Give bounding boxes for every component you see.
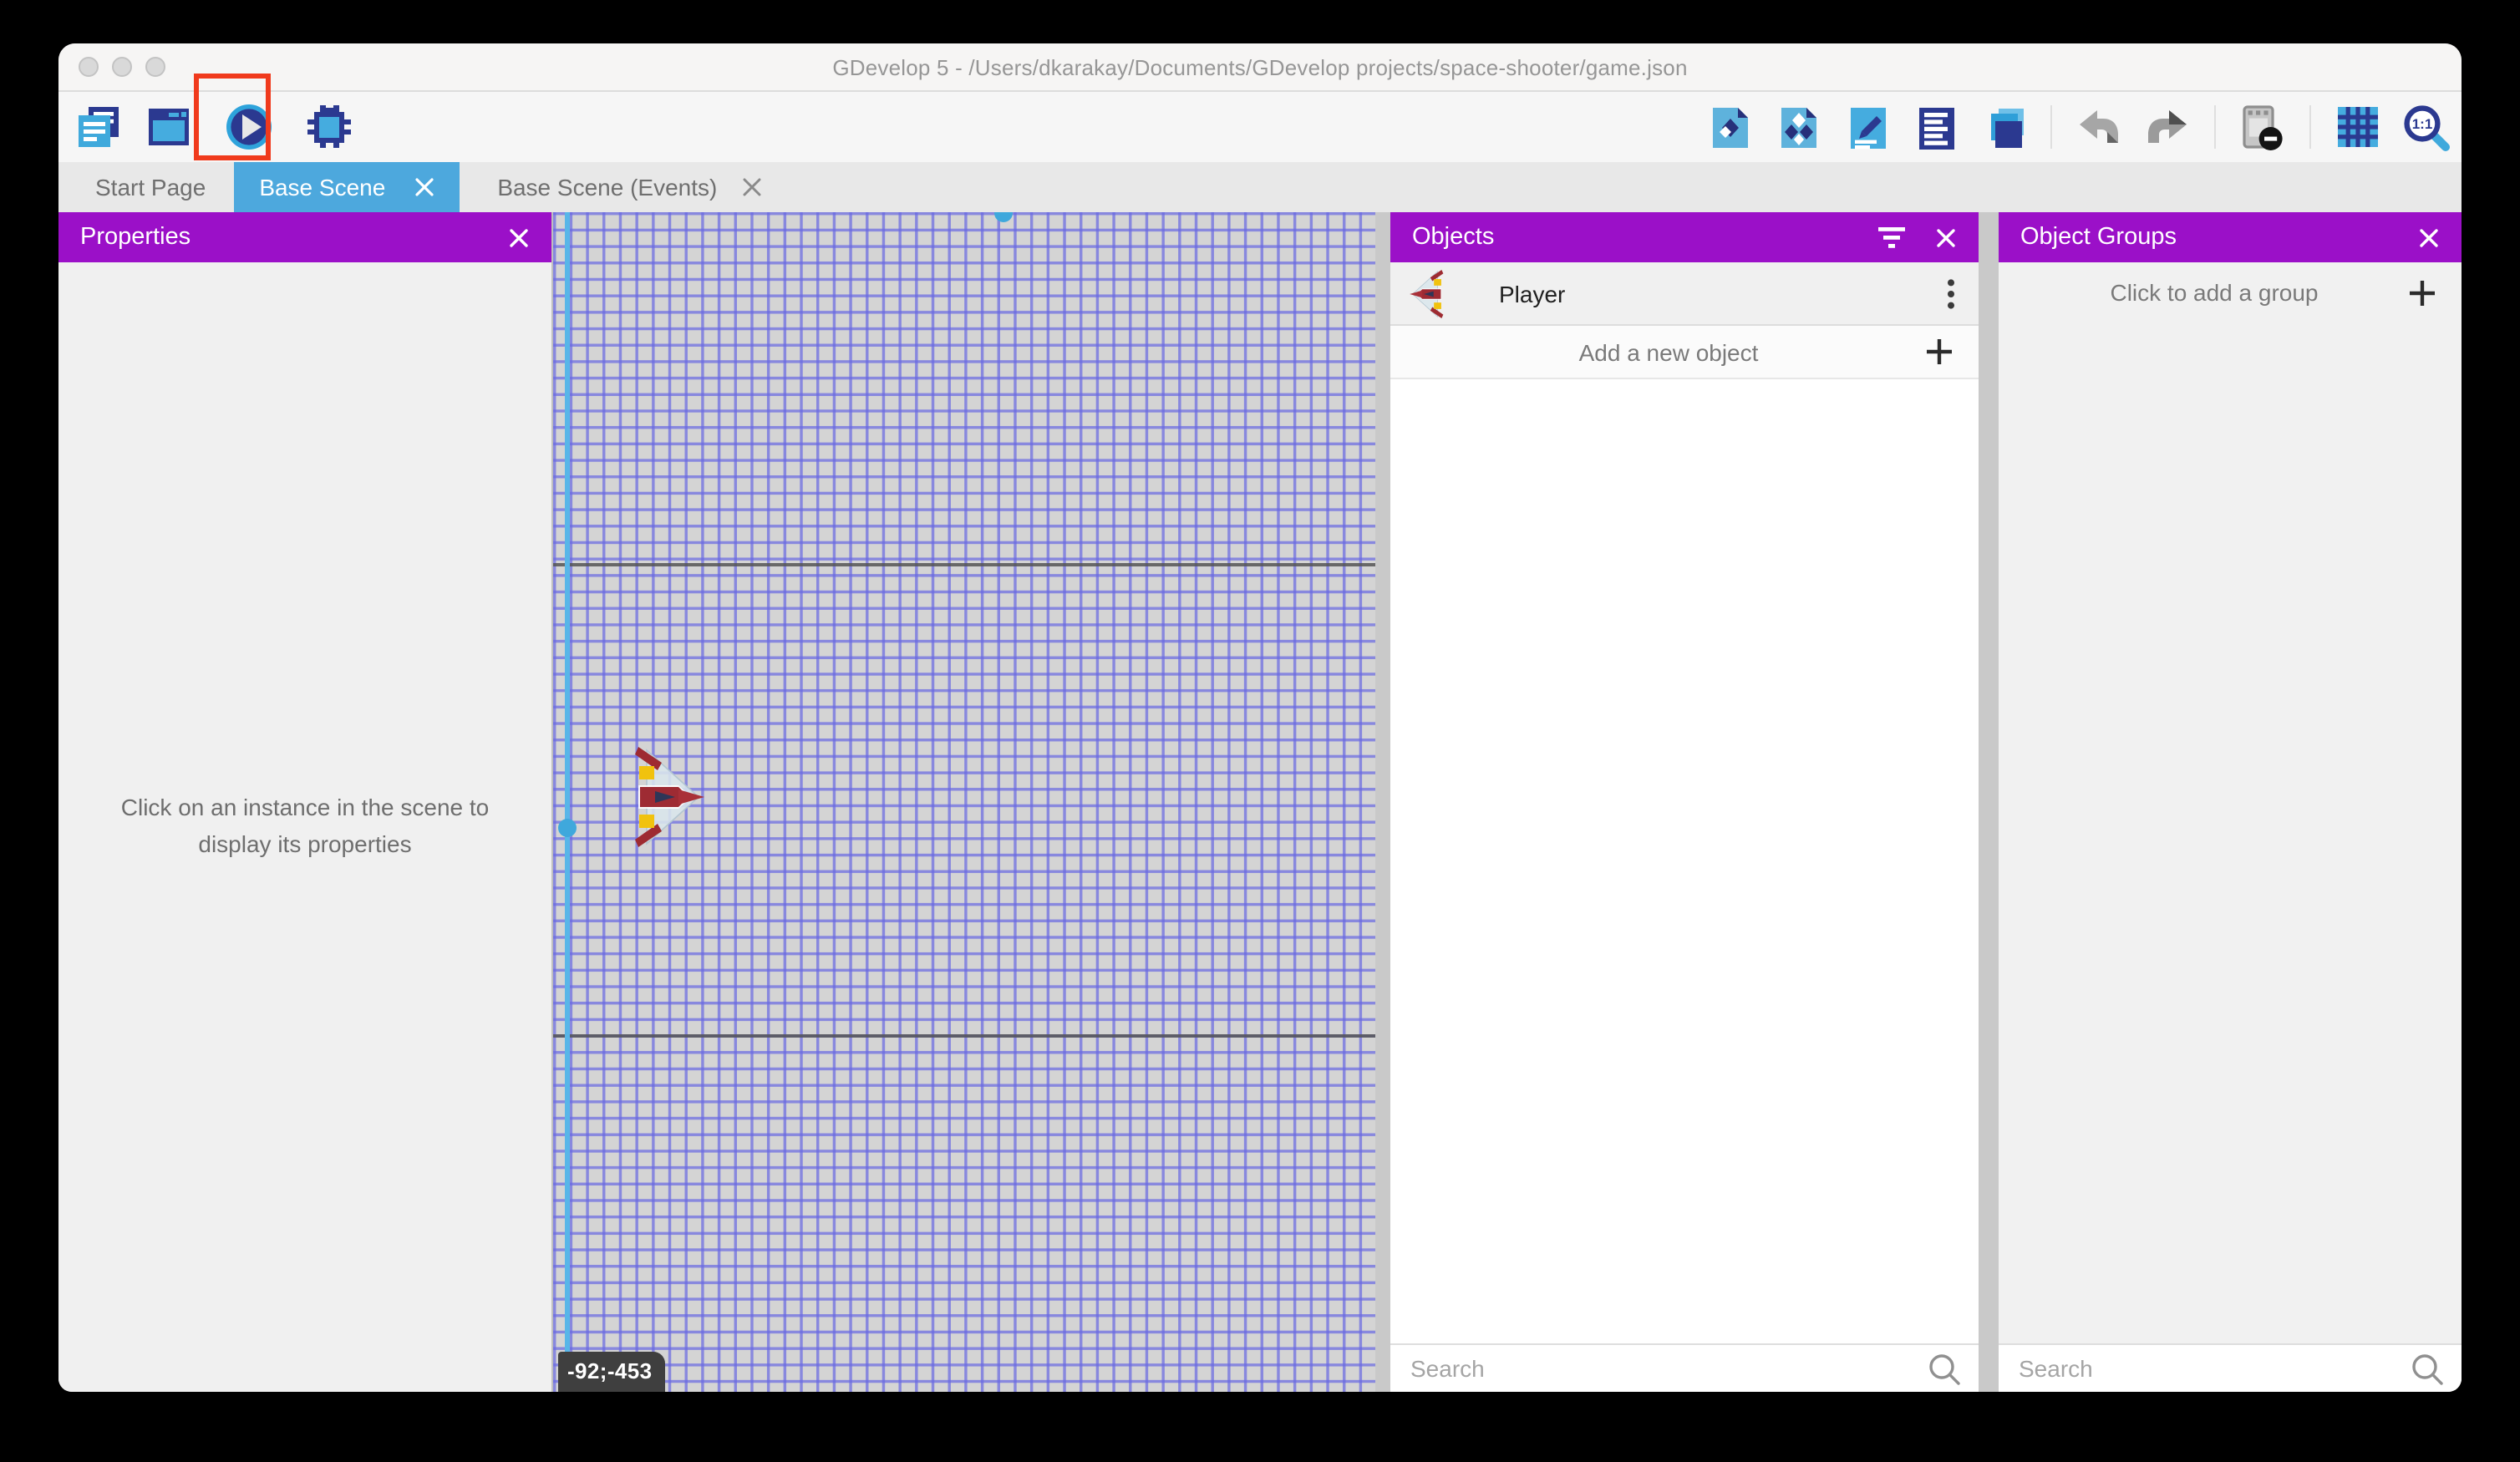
object-groups-panel-header: Object Groups: [1999, 212, 2462, 262]
undo-icon[interactable]: [2074, 102, 2124, 152]
tab-base-scene[interactable]: Base Scene: [234, 162, 459, 212]
open-objects-panel-icon[interactable]: [1705, 102, 1755, 152]
editor-tabbar: Start Page Base Scene Base Scene (Events…: [58, 162, 2462, 212]
screenshot-stage: GDevelop 5 - /Users/dkarakay/Documents/G…: [0, 0, 2520, 1462]
close-tab-icon[interactable]: [742, 177, 762, 197]
editor-content: Properties Click on an instance in the s…: [58, 212, 2462, 1392]
close-panel-icon[interactable]: [508, 226, 530, 248]
properties-empty-message: Click on an instance in the scene to dis…: [84, 791, 526, 864]
add-object-label: Add a new object: [1414, 338, 1923, 365]
grid-major-line: [553, 1034, 1375, 1038]
debug-icon[interactable]: [304, 102, 354, 152]
plus-icon[interactable]: [1923, 336, 1955, 368]
redo-icon[interactable]: [2142, 102, 2192, 152]
header-actions: [1877, 224, 1957, 251]
object-list-item-player[interactable]: Player: [1390, 262, 1979, 326]
open-object-groups-icon[interactable]: [1773, 102, 1823, 152]
object-name: Player: [1499, 280, 1947, 307]
toolbar-separator: [2309, 105, 2311, 149]
player-thumbnail-icon: [1407, 268, 1444, 318]
window-border-handle-left[interactable]: [557, 819, 576, 837]
objects-search-input[interactable]: [1407, 1353, 1927, 1383]
svg-text:1:1: 1:1: [2412, 115, 2433, 131]
cursor-coordinates-tooltip: -92;-453: [557, 1352, 666, 1392]
player-instance[interactable]: [635, 745, 705, 857]
close-tab-icon[interactable]: [414, 177, 434, 197]
toolbar-right-group: 1:1: [1705, 102, 2462, 152]
objects-panel-body: [1390, 379, 1979, 1343]
toggle-mask-icon[interactable]: [2238, 102, 2288, 152]
open-properties-icon[interactable]: [1842, 102, 1892, 152]
maximize-window-button[interactable]: [145, 57, 165, 77]
objects-panel: Objects: [1390, 212, 1979, 1392]
properties-panel-body: Click on an instance in the scene to dis…: [58, 262, 551, 1392]
objects-panel-header: Objects: [1390, 212, 1979, 262]
properties-panel: Properties Click on an instance in the s…: [58, 212, 553, 1392]
add-new-object-button[interactable]: Add a new object: [1390, 326, 1979, 379]
scene-editor-canvas[interactable]: -92;-453: [553, 212, 1375, 1392]
panel-title: Object Groups: [2020, 224, 2177, 251]
open-layers-icon[interactable]: [1979, 102, 2029, 152]
filter-icon[interactable]: [1877, 224, 1907, 251]
toolbar-left-group: [58, 102, 354, 152]
toolbar-separator: [2050, 105, 2052, 149]
properties-panel-header: Properties: [58, 212, 551, 262]
main-toolbar: 1:1: [58, 92, 2462, 162]
add-group-label: Click to add a group: [2022, 279, 2406, 306]
play-preview-icon[interactable]: [224, 102, 274, 152]
object-groups-panel: Object Groups Click to add a group: [1999, 212, 2462, 1392]
tab-base-scene-events[interactable]: Base Scene (Events): [469, 162, 790, 212]
panel-title: Properties: [80, 224, 191, 251]
tab-label: Base Scene: [259, 174, 385, 201]
panel-title: Objects: [1412, 224, 1494, 251]
toolbar-separator: [2214, 105, 2216, 149]
close-panel-icon[interactable]: [1935, 226, 1957, 248]
add-group-button[interactable]: Click to add a group: [1999, 262, 2462, 322]
window-border-handle-top[interactable]: [993, 212, 1012, 221]
close-window-button[interactable]: [79, 57, 99, 77]
object-groups-panel-body: [1999, 322, 2462, 1343]
zoom-original-icon[interactable]: 1:1: [2401, 102, 2451, 152]
project-manager-icon[interactable]: [74, 102, 124, 152]
minimize-window-button[interactable]: [112, 57, 132, 77]
plus-icon[interactable]: [2406, 277, 2438, 308]
tab-label: Base Scene (Events): [497, 174, 717, 201]
traffic-lights: [79, 57, 165, 77]
close-panel-icon[interactable]: [2418, 226, 2440, 248]
kebab-menu-icon[interactable]: [1947, 277, 1955, 310]
open-instances-list-icon[interactable]: [1910, 102, 1960, 152]
start-page-icon[interactable]: [144, 102, 194, 152]
titlebar: GDevelop 5 - /Users/dkarakay/Documents/G…: [58, 43, 2462, 92]
gdevelop-window: GDevelop 5 - /Users/dkarakay/Documents/G…: [58, 43, 2462, 1392]
window-title: GDevelop 5 - /Users/dkarakay/Documents/G…: [832, 54, 1687, 79]
toggle-grid-icon[interactable]: [2333, 102, 2383, 152]
objects-search-bar: [1390, 1343, 1979, 1392]
game-window-border-left: [565, 212, 569, 1392]
groups-search-input[interactable]: [2015, 1353, 2410, 1383]
grid-major-line: [553, 563, 1375, 566]
tab-label: Start Page: [95, 174, 206, 201]
search-icon: [1927, 1351, 1962, 1386]
search-icon: [2410, 1351, 2445, 1386]
tab-start-page[interactable]: Start Page: [67, 162, 234, 212]
groups-search-bar: [1999, 1343, 2462, 1392]
